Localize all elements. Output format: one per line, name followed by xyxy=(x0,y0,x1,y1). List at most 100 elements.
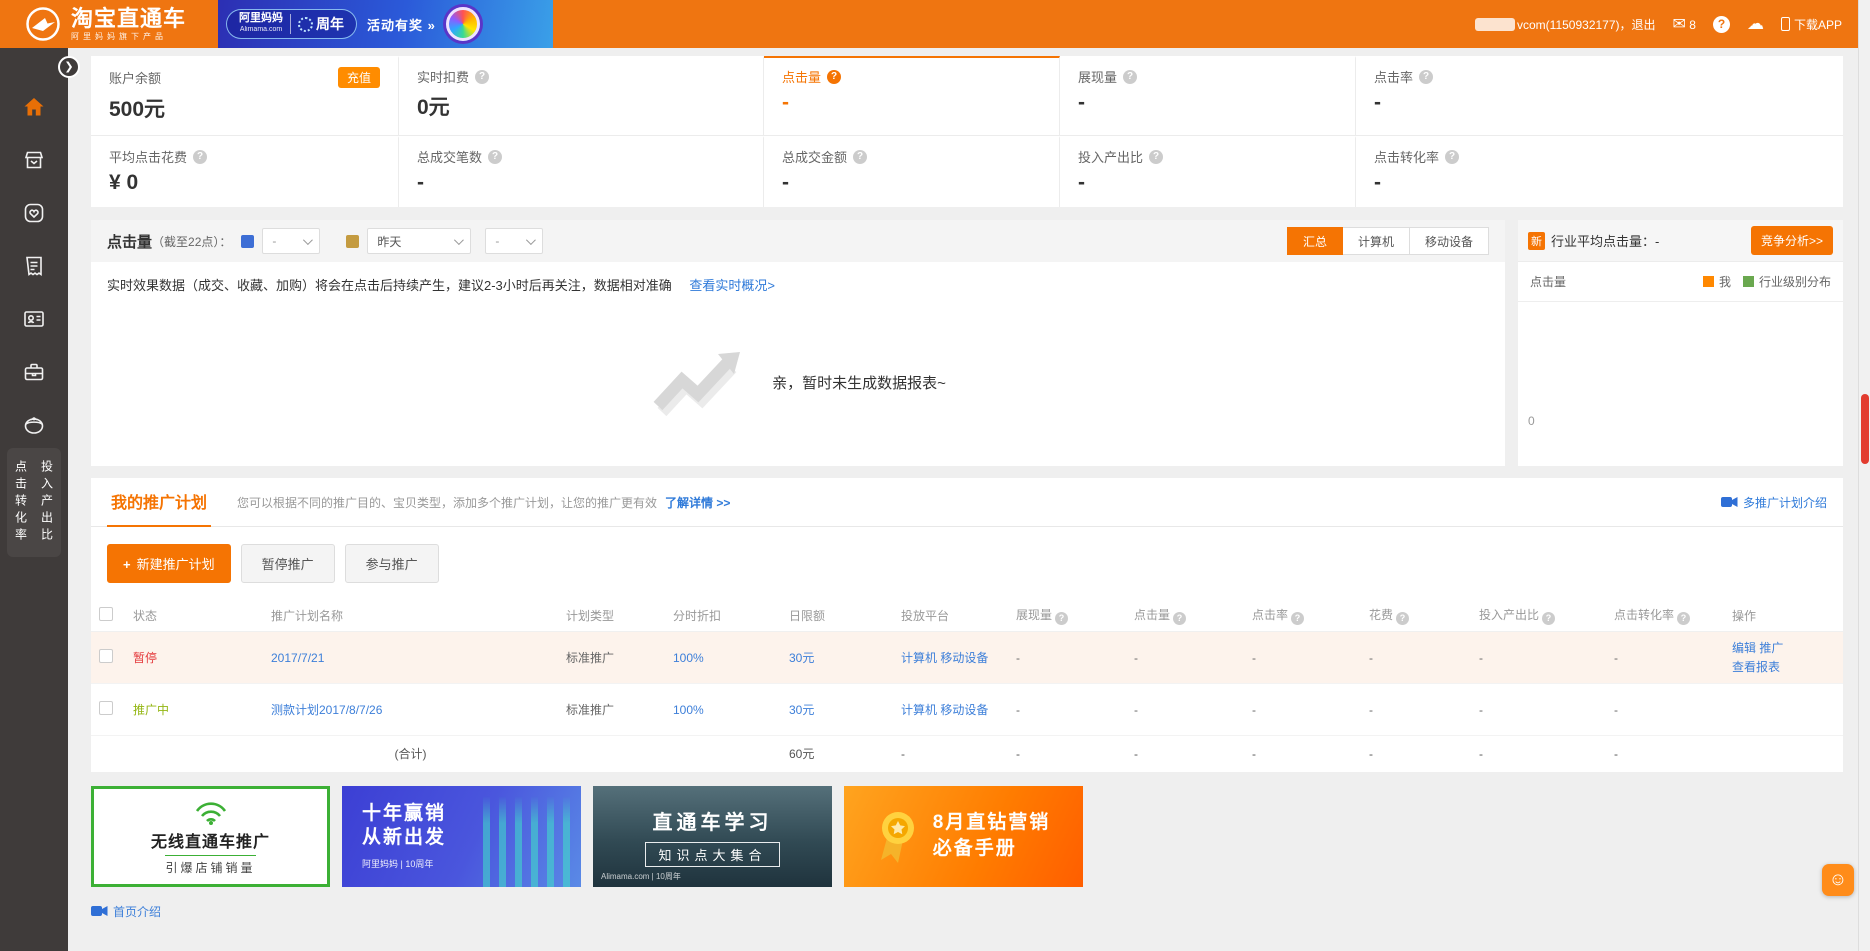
realtime-overview-link[interactable]: 查看实时概况> xyxy=(689,278,775,293)
help-icon[interactable]: ? xyxy=(1713,16,1730,33)
industry-title: 行业平均点击量：- xyxy=(1551,231,1745,250)
tooltip-click-conversion: 点击转化率 xyxy=(13,460,30,545)
help-icon[interactable]: ? xyxy=(475,70,489,84)
sidebar-item-favorites[interactable] xyxy=(21,200,47,226)
row-checkbox[interactable] xyxy=(99,701,113,715)
alimama-anniversary-logo: 阿里妈妈 Alimama.com 周年 xyxy=(226,9,357,39)
help-icon[interactable]: ? xyxy=(853,150,867,164)
discount-link[interactable]: 100% xyxy=(673,651,704,665)
download-app-link[interactable]: 下载APP xyxy=(1781,16,1842,33)
tab-computer[interactable]: 计算机 xyxy=(1343,227,1410,255)
logout-link[interactable]: 退出 xyxy=(1632,18,1656,32)
stat-ctr[interactable]: 点击率? - xyxy=(1356,56,1843,136)
help-icon[interactable]: ? xyxy=(1291,612,1304,625)
stat-clicks[interactable]: 点击量? - xyxy=(764,56,1060,136)
tab-my-campaigns[interactable]: 我的推广计划 xyxy=(107,478,211,527)
help-icon[interactable]: ? xyxy=(1677,612,1690,625)
stat-realtime-cost: 实时扣费? 0元 xyxy=(399,56,764,136)
homepage-intro-link[interactable]: 首页介绍 xyxy=(113,903,161,920)
pause-campaign-button[interactable]: 暂停推广 xyxy=(241,544,335,583)
help-icon[interactable]: ? xyxy=(1419,70,1433,84)
chevron-down-icon xyxy=(526,235,536,245)
select-all-checkbox[interactable] xyxy=(99,607,113,621)
discount-link[interactable]: 100% xyxy=(673,703,704,717)
sidebar-item-creative[interactable] xyxy=(21,412,47,438)
platform-mobile-link[interactable]: 移动设备 xyxy=(940,651,988,665)
series-a-dropdown[interactable]: - xyxy=(262,228,320,254)
col-daily-limit: 日限额 xyxy=(781,600,893,632)
campaign-row[interactable]: 暂停 2017/7/21 标准推广 100% 30元 计算机 移动设备 - - … xyxy=(91,632,1843,684)
help-icon[interactable]: ? xyxy=(193,150,207,164)
row-checkbox[interactable] xyxy=(99,649,113,663)
banner-ten-year-anniversary[interactable]: 十年赢销 从新出发 阿里妈妈 | 10周年 xyxy=(342,786,581,887)
sidebar-item-shop[interactable] xyxy=(21,147,47,173)
join-campaign-button[interactable]: 参与推广 xyxy=(345,544,439,583)
chart-metric-suffix: （截至22点）： xyxy=(152,233,231,250)
tab-summary[interactable]: 汇总 xyxy=(1287,227,1343,255)
help-icon[interactable]: ? xyxy=(488,150,502,164)
help-icon[interactable]: ? xyxy=(1542,612,1555,625)
promo-activity-link[interactable]: 活动有奖 » xyxy=(367,15,436,34)
sidebar-item-tools[interactable] xyxy=(21,359,47,385)
chat-support-button[interactable]: ☺ xyxy=(1822,864,1854,896)
banner-zhitongche-learning[interactable]: 直通车学习 知识点大集合 Alimama.com | 10周年 xyxy=(593,786,832,887)
campaign-row[interactable]: 推广中 测款计划2017/8/7/26 标准推广 100% 30元 计算机 移动… xyxy=(91,684,1843,736)
page-scrollbar[interactable] xyxy=(1858,0,1870,951)
promote-link[interactable]: 推广 xyxy=(1759,641,1783,655)
recharge-button[interactable]: 充值 xyxy=(338,67,380,88)
stat-click-conversion: 点击转化率? - xyxy=(1356,136,1843,207)
zhitongche-logo-icon xyxy=(24,5,62,43)
scrollbar-thumb[interactable] xyxy=(1861,394,1869,464)
help-icon[interactable]: ? xyxy=(1396,612,1409,625)
prize-wheel-icon[interactable] xyxy=(446,7,480,41)
cell-impressions: - xyxy=(1008,684,1126,736)
banner-wireless-promo[interactable]: 无线直通车推广 引爆店铺销量 xyxy=(91,786,330,887)
col-ctr: 点击率? xyxy=(1244,600,1361,632)
series-a-color-swatch xyxy=(241,235,254,248)
cell-ctr: - xyxy=(1244,632,1361,684)
top-header-bar: 淘宝直通车 阿里妈妈旗下产品 阿里妈妈 Alimama.com 周年 活动有奖 … xyxy=(0,0,1870,48)
sidebar-expand-button[interactable]: ❯ xyxy=(58,56,80,78)
daily-limit-link[interactable]: 30元 xyxy=(789,651,814,665)
sidebar-item-reports[interactable] xyxy=(21,253,47,279)
stat-impressions[interactable]: 展现量? - xyxy=(1060,56,1356,136)
stat-account-balance: 账户余额 充值 500元 xyxy=(91,56,399,136)
series-b-dropdown[interactable]: - xyxy=(485,228,543,254)
app-logo[interactable]: 淘宝直通车 阿里妈妈旗下产品 xyxy=(24,5,186,43)
campaign-name-link[interactable]: 2017/7/21 xyxy=(271,651,324,665)
help-icon[interactable]: ? xyxy=(1123,70,1137,84)
left-sidebar: ❯ 点击转化率 投入产出比 xyxy=(0,48,68,951)
col-discount: 分时折扣 xyxy=(665,600,781,632)
cloud-icon[interactable]: ☁ xyxy=(1747,14,1764,34)
date-range-dropdown[interactable]: 昨天 xyxy=(367,228,471,254)
help-icon[interactable]: ? xyxy=(1055,612,1068,625)
mail-indicator[interactable]: ✉ 8 xyxy=(1673,14,1696,34)
sidebar-item-account[interactable] xyxy=(21,306,47,332)
campaigns-table: 状态 推广计划名称 计划类型 分时折扣 日限额 投放平台 展现量? 点击量? 点… xyxy=(91,600,1843,772)
help-icon[interactable]: ? xyxy=(1149,150,1163,164)
cell-roi: - xyxy=(1471,632,1606,684)
anniversary-promo-banner[interactable]: 阿里妈妈 Alimama.com 周年 活动有奖 » xyxy=(218,0,553,48)
chevron-down-icon xyxy=(454,235,464,245)
multi-campaign-intro-link[interactable]: 多推广计划介绍 xyxy=(1743,494,1827,511)
help-icon[interactable]: ? xyxy=(827,70,841,84)
new-campaign-button[interactable]: +新建推广计划 xyxy=(107,544,231,583)
platform-pc-link[interactable]: 计算机 xyxy=(901,651,937,665)
stat-value: 500元 xyxy=(109,93,380,123)
help-icon[interactable]: ? xyxy=(1445,150,1459,164)
edit-link[interactable]: 编辑 xyxy=(1732,641,1756,655)
campaign-name-link[interactable]: 测款计划2017/8/7/26 xyxy=(271,703,382,717)
platform-pc-link[interactable]: 计算机 xyxy=(901,703,937,717)
view-report-link[interactable]: 查看报表 xyxy=(1732,660,1780,674)
help-icon[interactable]: ? xyxy=(1173,612,1186,625)
sidebar-item-home[interactable] xyxy=(21,94,47,120)
competition-analysis-button[interactable]: 竞争分析>> xyxy=(1751,226,1833,255)
legend-industry-label: 行业级别分布 xyxy=(1759,273,1831,290)
learn-more-link[interactable]: 了解详情 >> xyxy=(665,494,730,511)
banner-august-handbook[interactable]: 8月直钻营销 必备手册 xyxy=(844,786,1083,887)
tab-mobile[interactable]: 移动设备 xyxy=(1410,227,1489,255)
daily-limit-link[interactable]: 30元 xyxy=(789,703,814,717)
col-status: 状态 xyxy=(125,600,263,632)
stat-roi: 投入产出比? - xyxy=(1060,136,1356,207)
platform-mobile-link[interactable]: 移动设备 xyxy=(940,703,988,717)
